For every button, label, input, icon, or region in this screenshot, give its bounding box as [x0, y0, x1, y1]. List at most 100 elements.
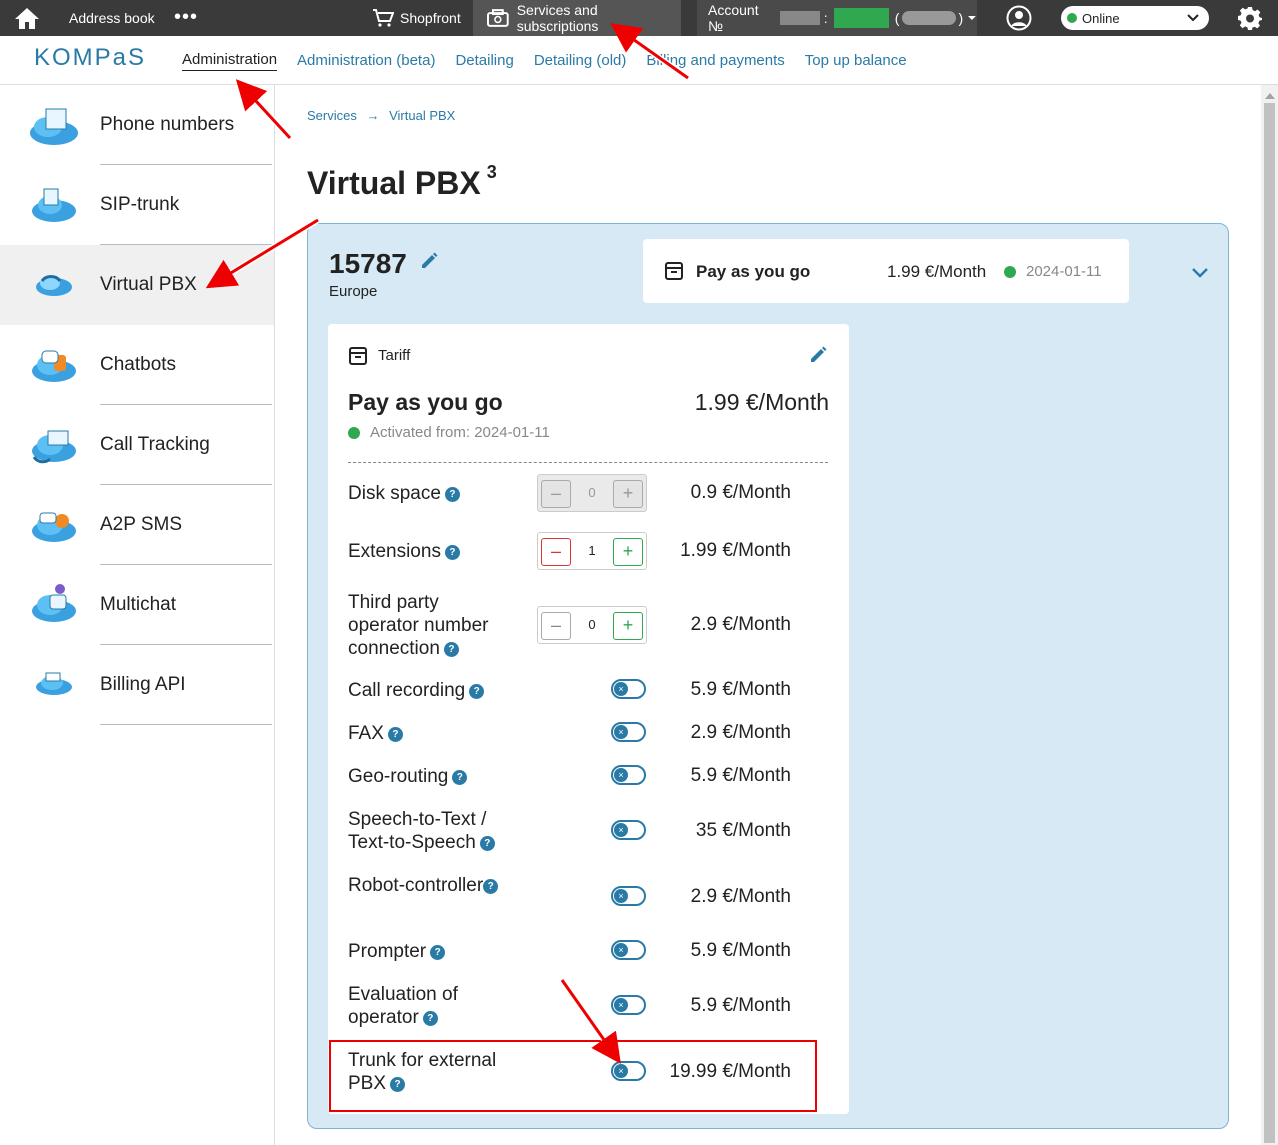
tariff-plan-price: 1.99 €/Month: [694, 389, 829, 415]
tariff-label: Tariff: [378, 347, 411, 364]
nav-detailing[interactable]: Detailing: [455, 52, 513, 69]
increment-button[interactable]: +: [613, 538, 643, 566]
active-status-dot: [1004, 266, 1016, 278]
online-status-select[interactable]: Online: [1061, 6, 1209, 30]
user-profile-icon[interactable]: [1006, 5, 1032, 31]
extensions-stepper: – 1 +: [537, 532, 647, 570]
option-price: 1.99 €/Month: [680, 540, 791, 561]
toggle-off-icon: ×: [614, 725, 628, 739]
help-icon[interactable]: ?: [430, 945, 446, 960]
decrement-button: –: [541, 480, 571, 508]
summary-plan-name: Pay as you go: [696, 262, 811, 281]
third-party-stepper: – 0 +: [537, 606, 647, 644]
stepper-value[interactable]: 0: [576, 617, 608, 632]
decrement-button[interactable]: –: [541, 612, 571, 640]
increment-button: +: [613, 480, 643, 508]
breadcrumb-virtual-pbx[interactable]: Virtual PBX: [389, 108, 455, 123]
robot-controller-toggle[interactable]: ×: [611, 886, 646, 906]
kompas-logo[interactable]: KOMPaS: [34, 44, 146, 72]
address-book-link[interactable]: Address book: [69, 10, 155, 26]
stepper-value[interactable]: 1: [576, 543, 608, 558]
evaluation-toggle[interactable]: ×: [611, 995, 646, 1015]
decrement-button[interactable]: –: [541, 538, 571, 566]
nav-billing-payments[interactable]: Billing and payments: [646, 52, 784, 69]
gear-icon[interactable]: [1238, 6, 1262, 30]
pbx-region: Europe: [329, 283, 378, 300]
sidebar-item-chatbots[interactable]: Chatbots: [0, 325, 274, 405]
sidebar-item-label: SIP-trunk: [100, 194, 180, 215]
option-price: 5.9 €/Month: [690, 765, 791, 786]
active-status-dot: [348, 427, 360, 439]
call-recording-toggle[interactable]: ×: [611, 679, 646, 699]
sidebar-item-a2p-sms[interactable]: A2P SMS: [0, 485, 274, 565]
sidebar: Phone numbers SIP-trunk Virtual PBX Chat…: [0, 85, 275, 1145]
help-icon[interactable]: ?: [483, 879, 499, 894]
sidebar-item-sip-trunk[interactable]: SIP-trunk: [0, 165, 274, 245]
speech-to-text-toggle[interactable]: ×: [611, 820, 646, 840]
option-geo-routing: Geo-routing? × 5.9 €/Month: [348, 765, 828, 789]
nav-administration-beta[interactable]: Administration (beta): [297, 52, 435, 69]
toggle-off-icon: ×: [614, 682, 628, 696]
home-icon[interactable]: [14, 6, 40, 30]
more-menu-button[interactable]: •••: [174, 6, 198, 29]
sidebar-item-multichat[interactable]: Multichat: [0, 565, 274, 645]
fax-toggle[interactable]: ×: [611, 722, 646, 742]
help-icon[interactable]: ?: [422, 1011, 438, 1026]
pbx-number: 15787: [329, 248, 407, 279]
account-selector[interactable]: Account № : ( ): [697, 0, 977, 36]
nav-top-up-balance[interactable]: Top up balance: [805, 52, 907, 69]
page-title: Virtual PBX 3: [307, 162, 497, 202]
sidebar-item-label: Multichat: [100, 594, 177, 615]
help-icon[interactable]: ?: [443, 642, 459, 657]
services-subscriptions-link[interactable]: Services and subscriptions: [473, 0, 681, 36]
sidebar-item-virtual-pbx[interactable]: Virtual PBX: [0, 245, 274, 325]
help-icon[interactable]: ?: [479, 836, 495, 851]
scrollbar-thumb[interactable]: [1264, 103, 1275, 1143]
tariff-panel: Tariff Pay as you go 1.99 €/Month Activa…: [328, 324, 849, 1114]
expand-chevron-icon[interactable]: [1190, 262, 1210, 282]
option-fax: FAX? × 2.9 €/Month: [348, 722, 828, 746]
edit-pencil-icon[interactable]: [419, 251, 439, 271]
toggle-off-icon: ×: [614, 889, 628, 903]
nav-administration[interactable]: Administration: [182, 51, 278, 71]
shopfront-label: Shopfront: [400, 10, 461, 26]
toggle-off-icon: ×: [614, 943, 628, 957]
virtual-pbx-cloud-icon: [36, 275, 72, 296]
option-label: Third party operator number connection?: [348, 592, 489, 659]
shopfront-link[interactable]: Shopfront: [372, 8, 461, 28]
prompter-toggle[interactable]: ×: [611, 940, 646, 960]
option-price: 2.9 €/Month: [690, 614, 791, 635]
services-label: Services and subscriptions: [516, 2, 599, 34]
sidebar-item-call-tracking[interactable]: Call Tracking: [0, 405, 274, 485]
option-label: Disk space?: [348, 482, 528, 505]
sidebar-item-billing-api[interactable]: Billing API: [0, 645, 274, 725]
edit-pencil-icon[interactable]: [808, 345, 828, 365]
online-dot-icon: [1067, 13, 1077, 23]
services-icon: [487, 9, 509, 27]
help-icon[interactable]: ?: [452, 770, 468, 785]
account-open-paren: (: [894, 10, 900, 26]
nav-detailing-old[interactable]: Detailing (old): [534, 52, 627, 69]
option-label: Call recording?: [348, 679, 548, 702]
help-icon[interactable]: ?: [444, 545, 460, 560]
scroll-up-icon[interactable]: [1265, 93, 1275, 99]
geo-routing-toggle[interactable]: ×: [611, 765, 646, 785]
tariff-plan-name: Pay as you go: [348, 389, 503, 415]
breadcrumb-services[interactable]: Services: [307, 108, 357, 123]
stepper-value: 0: [588, 485, 596, 500]
help-icon[interactable]: ?: [469, 684, 485, 699]
option-price: 5.9 €/Month: [690, 679, 791, 700]
increment-button[interactable]: +: [613, 612, 643, 640]
account-label: Account №: [708, 2, 759, 34]
sidebar-item-label: Phone numbers: [100, 114, 235, 135]
help-icon[interactable]: ?: [387, 727, 403, 742]
account-close-paren: ): [958, 10, 964, 26]
toggle-off-icon: ×: [614, 823, 628, 837]
help-icon[interactable]: ?: [444, 487, 460, 502]
sidebar-item-phone-numbers[interactable]: Phone numbers: [0, 85, 274, 165]
option-label: Extensions?: [348, 540, 528, 563]
disk-space-stepper: – 0 +: [537, 474, 647, 512]
sidebar-item-label: A2P SMS: [100, 514, 183, 535]
sidebar-item-label: Billing API: [100, 674, 186, 695]
page-scrollbar[interactable]: [1261, 85, 1278, 1145]
